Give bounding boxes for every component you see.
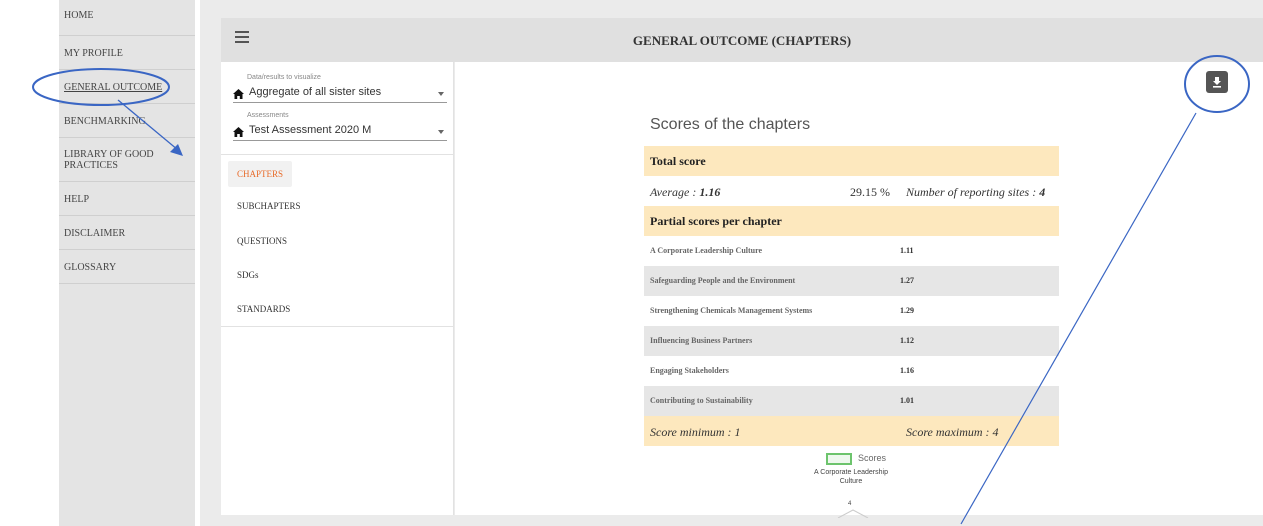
average-value: 1.16 [699,185,721,199]
table-row: A Corporate Leadership Culture 1.11 [644,236,1059,266]
home-icon [233,127,244,137]
sidebar-item-label: DISCLAIMER [64,228,126,239]
legend-label: Scores [858,453,887,463]
chapter-score: 1.29 [900,306,914,315]
header-bar: GENERAL OUTCOME (CHAPTERS) [221,18,1263,62]
sidebar-item-glossary[interactable]: GLOSSARY [59,250,195,284]
sidebar: HOME MY PROFILE GENERAL OUTCOME BENCHMAR… [59,0,195,526]
score-maximum: Score maximum : 4 [906,425,999,439]
caret-down-icon [438,130,444,134]
sidebar-item-label: GLOSSARY [64,262,117,273]
reporting-sites-value: 4 [1039,185,1046,199]
table-row: Influencing Business Partners 1.12 [644,326,1059,356]
total-score-label: Total score [650,154,706,168]
chapter-score: 1.16 [900,366,914,375]
chapter-name: Influencing Business Partners [650,336,753,345]
sidebar-item-general-outcome[interactable]: GENERAL OUTCOME [59,70,195,104]
sidebar-item-library-of-good-practices[interactable]: LIBRARY OF GOOD PRACTICES [59,138,195,182]
partial-scores-label: Partial scores per chapter [650,214,782,228]
score-range-row: Score minimum : 1 Score maximum : 4 [644,416,1059,446]
sidebar-item-my-profile[interactable]: MY PROFILE [59,36,195,70]
sidebar-item-help[interactable]: HELP [59,182,195,216]
data-select[interactable]: Aggregate of all sister sites [233,82,447,103]
sidebar-item-label: MY PROFILE [64,48,123,59]
sidebar-item-disclaimer[interactable]: DISCLAIMER [59,216,195,250]
sidebar-item-label: HELP [64,194,89,205]
radar-axis-label: A Corporate Leadership Culture [814,469,888,485]
chapter-score: 1.12 [900,336,914,345]
total-score-header: Total score [644,146,1059,176]
view-item-standards[interactable]: STANDARDS [237,304,290,314]
partial-scores-header: Partial scores per chapter [644,206,1059,236]
view-item-sdgs[interactable]: SDGs [237,270,259,280]
page-title: GENERAL OUTCOME (CHAPTERS) [632,33,852,48]
radar-grid [837,509,869,518]
table-row: Strengthening Chemicals Management Syste… [644,296,1059,326]
view-item-subchapters[interactable]: SUBCHAPTERS [237,201,301,211]
chapter-score: 1.27 [900,276,914,285]
data-select-value: Aggregate of all sister sites [249,86,382,98]
legend-swatch[interactable] [826,453,852,465]
data-select-label: Data/results to visualize [247,74,321,81]
sidebar-item-label: BENCHMARKING [64,116,146,127]
download-icon [1213,77,1221,88]
radar-tick-label: 4 [848,501,852,507]
total-score-row: Average : 1.16 29.15 % Number of reporti… [644,176,1059,206]
view-item-chapters[interactable]: CHAPTERS [228,161,293,187]
sidebar-item-benchmarking[interactable]: BENCHMARKING [59,104,195,138]
assessment-select[interactable]: Test Assessment 2020 M [233,120,447,141]
sidebar-item-home[interactable]: HOME [59,0,195,36]
chapter-name: A Corporate Leadership Culture [650,246,763,255]
table-row: Safeguarding People and the Environment … [644,266,1059,296]
scores-table: Total score Average : 1.16 29.15 % Numbe… [644,146,1059,446]
sidebar-item-label: GENERAL OUTCOME [64,82,163,93]
assessment-select-value: Test Assessment 2020 M [249,124,372,136]
home-icon [233,89,244,99]
chapter-name: Contributing to Sustainability [650,396,753,405]
average-percent: 29.15 % [850,185,890,199]
reporting-sites-label: Number of reporting sites : [906,185,1040,199]
chapter-score: 1.11 [900,246,914,255]
sidebar-item-label: LIBRARY OF GOOD PRACTICES [64,149,154,171]
view-menu: CHAPTERS SUBCHAPTERS QUESTIONS SDGs STAN… [221,154,454,327]
assessment-select-label: Assessments [247,112,289,119]
caret-down-icon [438,92,444,96]
chapter-name: Safeguarding People and the Environment [650,276,796,285]
chapter-name: Strengthening Chemicals Management Syste… [650,306,813,315]
download-button[interactable] [1206,71,1228,93]
sidebar-item-label: HOME [64,10,94,21]
filter-panel: Data/results to visualize Aggregate of a… [221,62,454,515]
chart-title: Scores of the chapters [650,116,811,133]
score-minimum: Score minimum : 1 [650,425,741,439]
chapter-name: Engaging Stakeholders [650,366,729,375]
chapter-score: 1.01 [900,396,914,405]
table-row: Engaging Stakeholders 1.16 [644,356,1059,386]
table-row: Contributing to Sustainability 1.01 [644,386,1059,416]
average-label: Average : [650,185,700,199]
view-item-questions[interactable]: QUESTIONS [237,236,287,246]
